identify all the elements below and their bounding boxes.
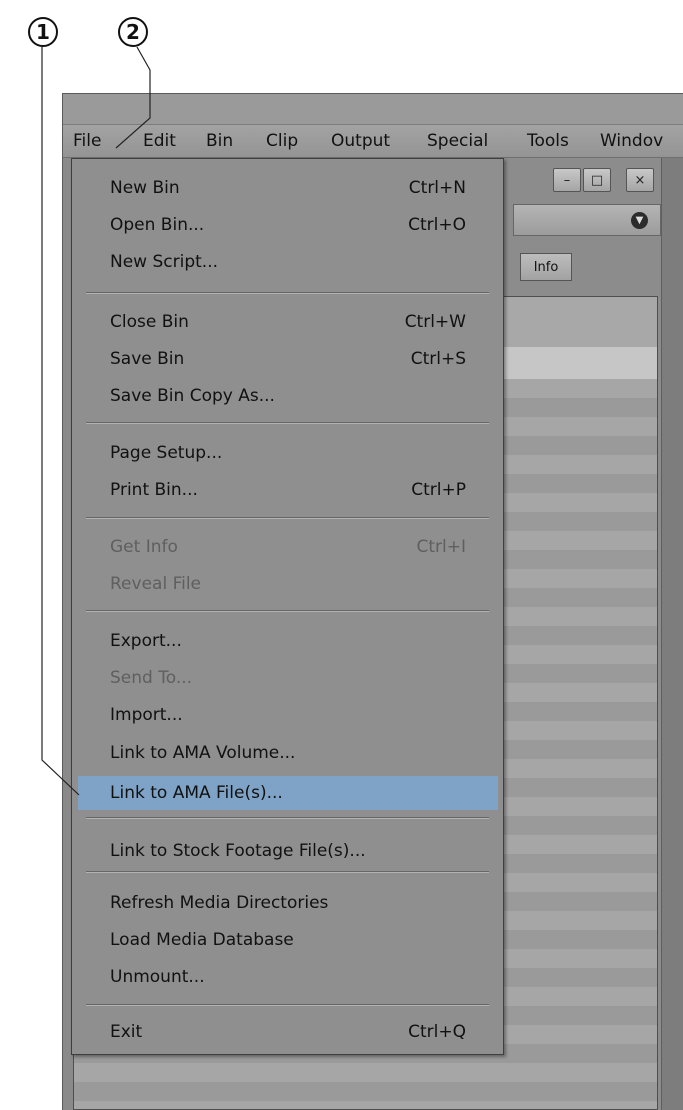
callout-2: 2 <box>118 17 148 47</box>
menu-item-unmount[interactable]: Unmount... <box>78 962 498 993</box>
menu-separator <box>86 1004 489 1006</box>
menu-item-page-setup[interactable]: Page Setup... <box>78 438 498 469</box>
menu-item-print-bin[interactable]: Print Bin... Ctrl+P <box>78 475 498 506</box>
menu-bar: File Edit Bin Clip Output Special Tools … <box>63 125 683 158</box>
menu-item-link-stock-footage[interactable]: Link to Stock Footage File(s)... <box>78 836 498 867</box>
menu-item-link-ama-files[interactable]: Link to AMA File(s)... <box>78 776 498 810</box>
menu-item-save-bin[interactable]: Save Bin Ctrl+S <box>78 344 498 375</box>
menu-item-label: Page Setup... <box>110 443 223 463</box>
menu-item-label: Refresh Media Directories <box>110 893 329 913</box>
menu-item-shortcut: Ctrl+P <box>411 480 466 500</box>
menu-special[interactable]: Special <box>427 131 488 151</box>
menu-separator <box>86 422 489 424</box>
menu-item-shortcut: Ctrl+N <box>408 178 466 198</box>
menu-item-label: Send To... <box>110 668 193 688</box>
menu-item-exit[interactable]: Exit Ctrl+Q <box>78 1017 498 1048</box>
menu-item-label: Link to AMA Volume... <box>110 743 296 763</box>
menu-item-refresh-media[interactable]: Refresh Media Directories <box>78 888 498 919</box>
menu-separator <box>86 292 489 294</box>
close-icon[interactable]: × <box>626 168 654 192</box>
menu-item-get-info: Get Info Ctrl+I <box>78 532 498 563</box>
menu-separator <box>86 817 489 819</box>
menu-item-open-bin[interactable]: Open Bin... Ctrl+O <box>78 210 498 241</box>
info-button[interactable]: Info <box>520 253 572 281</box>
menu-output[interactable]: Output <box>331 131 390 151</box>
chevron-down-icon[interactable]: ▼ <box>631 212 648 229</box>
menu-item-label: Get Info <box>110 537 178 557</box>
menu-item-shortcut: Ctrl+O <box>408 215 466 235</box>
callout-1: 1 <box>28 17 58 47</box>
menu-item-close-bin[interactable]: Close Bin Ctrl+W <box>78 307 498 338</box>
bin-view-selector[interactable]: ▼ <box>513 204 661 236</box>
menu-item-label: New Bin <box>110 178 180 198</box>
menu-separator <box>86 517 489 519</box>
menu-item-save-bin-copy[interactable]: Save Bin Copy As... <box>78 381 498 412</box>
menu-file[interactable]: File <box>73 131 101 151</box>
menu-item-label: Close Bin <box>110 312 189 332</box>
menu-item-link-ama-volume[interactable]: Link to AMA Volume... <box>78 738 498 769</box>
menu-item-label: Load Media Database <box>110 930 294 950</box>
file-menu: New Bin Ctrl+N Open Bin... Ctrl+O New Sc… <box>71 158 504 1055</box>
menu-item-load-media-db[interactable]: Load Media Database <box>78 925 498 956</box>
menu-item-label: Open Bin... <box>110 215 205 235</box>
menu-item-reveal-file: Reveal File <box>78 569 498 600</box>
menu-item-label: Exit <box>110 1022 143 1042</box>
menu-item-new-bin[interactable]: New Bin Ctrl+N <box>78 173 498 204</box>
menu-item-label: Save Bin <box>110 349 185 369</box>
menu-item-import[interactable]: Import... <box>78 700 498 731</box>
menu-clip[interactable]: Clip <box>266 131 298 151</box>
menu-item-label: Save Bin Copy As... <box>110 386 275 406</box>
menu-item-shortcut: Ctrl+S <box>410 349 466 369</box>
menu-item-label: Reveal File <box>110 574 202 594</box>
menu-item-shortcut: Ctrl+I <box>416 537 466 557</box>
menu-separator <box>86 610 489 612</box>
menu-item-shortcut: Ctrl+Q <box>408 1022 466 1042</box>
menu-item-label: New Script... <box>110 252 219 272</box>
title-bar <box>63 94 683 125</box>
menu-separator <box>86 871 489 873</box>
menu-item-label: Link to Stock Footage File(s)... <box>110 841 366 861</box>
menu-windows[interactable]: Windov <box>600 131 663 151</box>
menu-tools[interactable]: Tools <box>527 131 569 151</box>
menu-item-label: Print Bin... <box>110 480 198 500</box>
menu-item-export[interactable]: Export... <box>78 626 498 657</box>
menu-item-shortcut: Ctrl+W <box>404 312 466 332</box>
menu-item-new-script[interactable]: New Script... <box>78 247 498 278</box>
menu-item-label: Import... <box>110 705 183 725</box>
menu-bin[interactable]: Bin <box>206 131 233 151</box>
menu-item-send-to: Send To... <box>78 663 498 694</box>
menu-edit[interactable]: Edit <box>143 131 176 151</box>
menu-item-label: Export... <box>110 631 182 651</box>
minimize-icon[interactable]: – <box>553 168 581 192</box>
menu-item-label: Link to AMA File(s)... <box>110 783 283 803</box>
maximize-icon[interactable]: □ <box>583 168 611 192</box>
menu-item-label: Unmount... <box>110 967 205 987</box>
